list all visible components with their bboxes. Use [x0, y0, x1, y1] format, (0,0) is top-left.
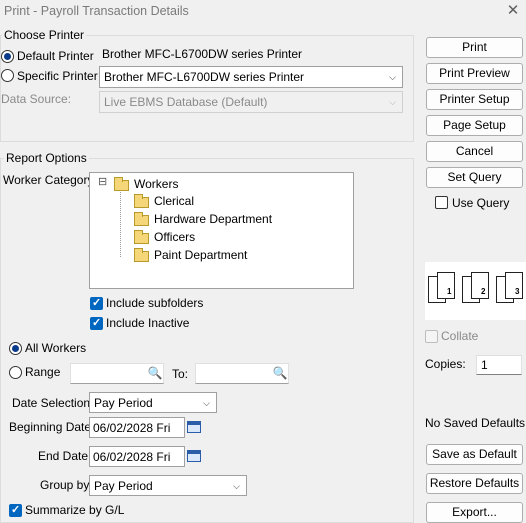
calendar-icon[interactable]: [187, 421, 201, 433]
beginning-date-value: 06/02/2028 Fri: [93, 421, 171, 435]
report-options-legend: Report Options: [4, 151, 89, 165]
worker-category-label: Worker Category:: [3, 173, 97, 187]
use-query-checkbox[interactable]: [435, 196, 448, 209]
copies-label: Copies:: [425, 357, 466, 371]
group-by-select[interactable]: Pay Period ⌵: [89, 475, 247, 496]
group-by-label: Group by:: [40, 478, 93, 492]
page-setup-button[interactable]: Page Setup: [426, 115, 523, 136]
specific-printer-label[interactable]: Specific Printer: [17, 69, 98, 83]
chevron-down-icon: ⌵: [203, 398, 210, 408]
tree-item-workers[interactable]: Workers: [134, 177, 178, 191]
set-query-button[interactable]: Set Query: [426, 167, 523, 188]
specific-printer-select-value: Brother MFC-L6700DW series Printer: [104, 70, 305, 84]
data-source-select: Live EBMS Database (Default) ⌵: [99, 91, 403, 113]
range-radio[interactable]: [9, 366, 22, 379]
page-icon: 3: [505, 272, 523, 299]
cancel-button[interactable]: Cancel: [426, 141, 523, 162]
tree-item-paint-department[interactable]: Paint Department: [154, 248, 247, 262]
end-date-value: 06/02/2028 Fri: [93, 450, 171, 464]
close-icon[interactable]: ✕: [500, 0, 526, 22]
choose-printer-legend: Choose Printer: [2, 28, 87, 42]
folder-icon: [114, 177, 129, 191]
all-workers-label[interactable]: All Workers: [25, 341, 86, 355]
beginning-date-input[interactable]: 06/02/2028 Fri: [89, 417, 185, 438]
include-inactive-checkbox[interactable]: [90, 316, 103, 330]
default-printer-radio[interactable]: [1, 50, 14, 63]
restore-defaults-button[interactable]: Restore Defaults: [426, 473, 523, 494]
tree-item-officers[interactable]: Officers: [154, 230, 195, 244]
specific-printer-select[interactable]: Brother MFC-L6700DW series Printer ⌵: [99, 66, 403, 88]
specific-printer-radio[interactable]: [1, 69, 14, 82]
copies-value: 1: [481, 358, 488, 372]
beginning-date-label: Beginning Date:: [9, 420, 95, 434]
chevron-down-icon: ⌵: [389, 97, 396, 107]
date-selection-label: Date Selection:: [12, 396, 94, 410]
save-as-default-button[interactable]: Save as Default: [426, 444, 523, 465]
search-icon[interactable]: 🔍: [147, 365, 163, 381]
print-button[interactable]: Print: [426, 37, 523, 58]
data-source-select-value: Live EBMS Database (Default): [104, 95, 268, 109]
include-inactive-label[interactable]: Include Inactive: [106, 316, 189, 330]
range-label[interactable]: Range: [25, 365, 60, 379]
summarize-checkbox[interactable]: [9, 503, 22, 517]
range-from-input[interactable]: 🔍: [70, 363, 164, 384]
range-to-label: To:: [172, 367, 189, 381]
collate-label: Collate: [441, 329, 479, 343]
folder-icon: [134, 248, 149, 262]
folder-icon: [134, 230, 149, 244]
tree-collapse-icon[interactable]: ⊟: [98, 176, 107, 188]
page-number: 3: [515, 287, 520, 296]
print-preview-button[interactable]: Print Preview: [426, 63, 523, 84]
export-button[interactable]: Export...: [426, 502, 523, 523]
default-printer-value: Brother MFC-L6700DW series Printer: [102, 47, 303, 61]
date-selection-value: Pay Period: [94, 396, 153, 410]
collate-illustration: 1 2 3: [425, 262, 526, 320]
collate-checkbox: [425, 330, 438, 343]
include-subfolders-label[interactable]: Include subfolders: [106, 296, 203, 310]
include-subfolders-checkbox[interactable]: [90, 296, 103, 310]
search-icon[interactable]: 🔍: [272, 365, 288, 381]
chevron-down-icon: ⌵: [233, 481, 240, 491]
page-icon: 1: [437, 272, 455, 299]
folder-icon: [134, 212, 149, 226]
folder-icon: [134, 194, 149, 208]
page-number: 2: [481, 287, 486, 296]
all-workers-radio[interactable]: [9, 342, 22, 355]
worker-category-tree[interactable]: ⊟ Workers Clerical Hardware Department O…: [89, 172, 354, 289]
copies-input[interactable]: 1: [476, 355, 522, 375]
window-title: Print - Payroll Transaction Details: [4, 4, 189, 18]
end-date-input[interactable]: 06/02/2028 Fri: [89, 446, 185, 467]
calendar-icon[interactable]: [187, 450, 201, 462]
page-number: 1: [447, 287, 452, 296]
saved-defaults-status: No Saved Defaults: [425, 416, 526, 430]
end-date-label: End Date:: [38, 449, 92, 463]
tree-item-hardware-department[interactable]: Hardware Department: [154, 212, 272, 226]
use-query-label[interactable]: Use Query: [452, 196, 509, 210]
data-source-label: Data Source:: [1, 92, 72, 106]
chevron-down-icon: ⌵: [389, 72, 396, 82]
summarize-label[interactable]: Summarize by G/L: [25, 503, 124, 517]
group-by-value: Pay Period: [94, 479, 153, 493]
page-icon: 2: [471, 272, 489, 299]
tree-item-clerical[interactable]: Clerical: [154, 194, 194, 208]
default-printer-label[interactable]: Default Printer: [17, 49, 94, 63]
range-to-input[interactable]: 🔍: [195, 363, 289, 384]
printer-setup-button[interactable]: Printer Setup: [426, 89, 523, 110]
tree-line: [120, 192, 121, 257]
date-selection-select[interactable]: Pay Period ⌵: [89, 392, 217, 413]
